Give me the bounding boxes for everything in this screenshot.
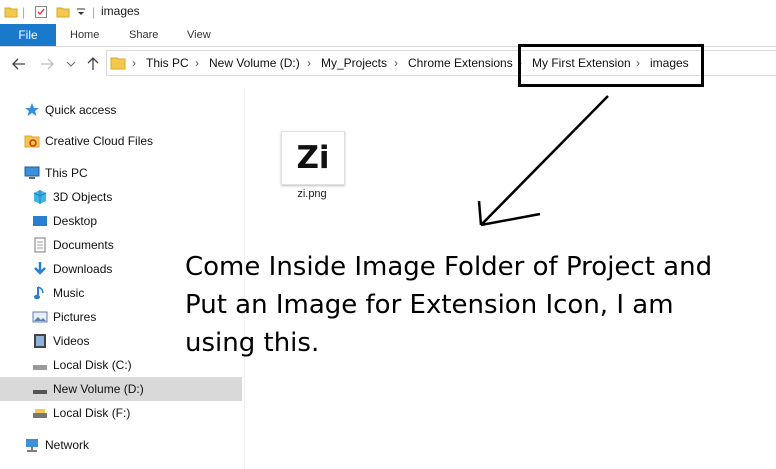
annotation-caption: Come Inside Image Folder of Project and … xyxy=(185,252,713,358)
annotation-arrow xyxy=(477,95,609,227)
